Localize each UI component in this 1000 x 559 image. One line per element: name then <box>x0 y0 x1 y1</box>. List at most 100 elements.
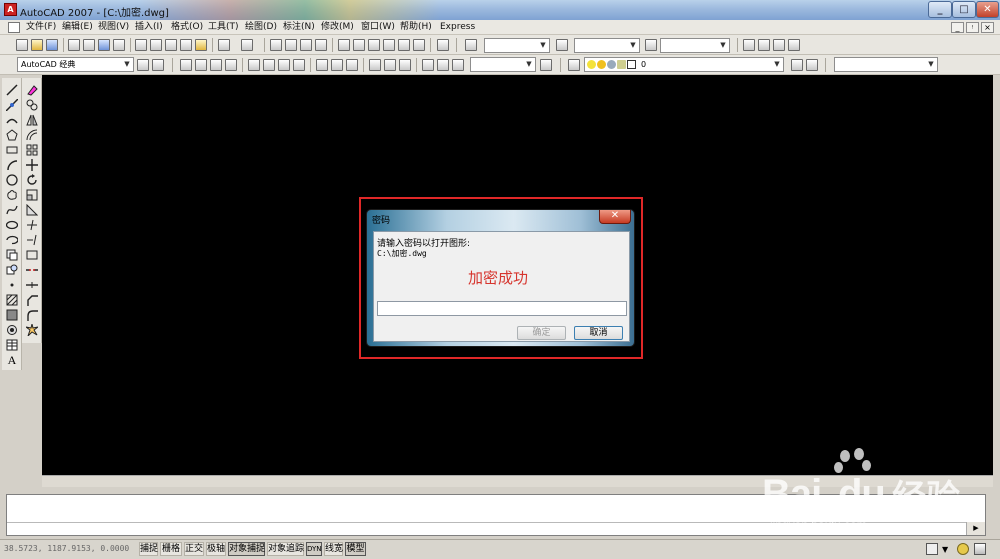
osnap-toggle[interactable]: 对象捕捉 <box>228 542 265 556</box>
dim-style-select[interactable]: ▼ <box>574 38 640 53</box>
chevron-down-icon[interactable]: ▼ <box>942 545 948 554</box>
draworder-back-icon[interactable] <box>758 39 770 51</box>
insert-block-icon[interactable] <box>6 249 18 261</box>
menu-edit[interactable]: 编辑(E) <box>62 21 93 34</box>
break-icon[interactable] <box>26 264 38 276</box>
autocad-app-icon[interactable]: A <box>4 3 17 16</box>
workspace-settings-icon[interactable] <box>137 59 149 71</box>
zoom-realtime-icon[interactable] <box>285 39 297 51</box>
make-current-layer-icon[interactable] <box>791 59 803 71</box>
center-mark-icon[interactable] <box>399 59 411 71</box>
save-icon[interactable] <box>46 39 58 51</box>
ok-button[interactable]: 确定 <box>517 326 566 340</box>
layer-previous-icon[interactable] <box>806 59 818 71</box>
cut-icon[interactable] <box>135 39 147 51</box>
table-style-icon[interactable] <box>645 39 657 51</box>
dim-edit-icon[interactable] <box>422 59 434 71</box>
move-icon[interactable] <box>26 159 38 171</box>
polygon-icon[interactable] <box>6 129 18 141</box>
menu-view[interactable]: 视图(V) <box>98 21 129 34</box>
document-icon[interactable] <box>8 22 20 33</box>
circle-icon[interactable] <box>6 174 18 186</box>
lineweight-toggle[interactable]: 线宽 <box>324 542 343 556</box>
revision-cloud-icon[interactable] <box>6 189 18 201</box>
tool-palettes-icon[interactable] <box>368 39 380 51</box>
menu-window[interactable]: 窗口(W) <box>361 21 395 34</box>
trim-icon[interactable] <box>26 219 38 231</box>
match-properties-icon[interactable] <box>180 39 192 51</box>
dim-style-icon[interactable] <box>556 39 568 51</box>
point-icon[interactable] <box>6 279 18 291</box>
text-style-icon[interactable] <box>465 39 477 51</box>
draworder-front-icon[interactable] <box>743 39 755 51</box>
diameter-icon[interactable] <box>278 59 290 71</box>
print-preview-icon[interactable] <box>83 39 95 51</box>
menu-express[interactable]: Express <box>440 21 475 34</box>
menu-modify[interactable]: 修改(M) <box>321 21 354 34</box>
polyline-icon[interactable] <box>6 114 18 126</box>
mirror-icon[interactable] <box>26 114 38 126</box>
baseline-icon[interactable] <box>331 59 343 71</box>
clean-screen-icon[interactable] <box>974 543 986 555</box>
construction-line-icon[interactable] <box>6 99 18 111</box>
linear-dimension-icon[interactable] <box>180 59 192 71</box>
continue-icon[interactable] <box>346 59 358 71</box>
copy-object-icon[interactable] <box>26 99 38 111</box>
ellipse-icon[interactable] <box>6 219 18 231</box>
layer-select[interactable]: 0 ▼ <box>584 57 784 72</box>
color-select[interactable]: ▼ <box>834 57 938 72</box>
dim-update-icon[interactable] <box>452 59 464 71</box>
copy-icon[interactable] <box>150 39 162 51</box>
workspace-save-icon[interactable] <box>152 59 164 71</box>
maximize-button[interactable]: □ <box>952 1 976 18</box>
chamfer-icon[interactable] <box>26 294 38 306</box>
rotate-icon[interactable] <box>26 174 38 186</box>
grid-toggle[interactable]: 栅格 <box>160 542 182 556</box>
markup-icon[interactable] <box>398 39 410 51</box>
table-icon[interactable] <box>6 339 18 351</box>
ortho-toggle[interactable]: 正交 <box>184 542 204 556</box>
arc-icon[interactable] <box>6 159 18 171</box>
block-editor-icon[interactable] <box>195 39 207 51</box>
multiline-text-icon[interactable]: A <box>6 354 18 366</box>
paste-icon[interactable] <box>165 39 177 51</box>
aligned-dimension-icon[interactable] <box>195 59 207 71</box>
dim-text-edit-icon[interactable] <box>437 59 449 71</box>
offset-icon[interactable] <box>26 129 38 141</box>
jogged-icon[interactable] <box>263 59 275 71</box>
dialog-close-button[interactable]: ✕ <box>599 210 631 224</box>
break-at-point-icon[interactable] <box>26 249 38 261</box>
spline-icon[interactable] <box>6 204 18 216</box>
draworder-under-icon[interactable] <box>788 39 800 51</box>
otrack-toggle[interactable]: 对象追踪 <box>267 542 304 556</box>
extend-icon[interactable] <box>26 234 38 246</box>
ordinate-icon[interactable] <box>225 59 237 71</box>
fillet-icon[interactable] <box>26 309 38 321</box>
design-center-icon[interactable] <box>353 39 365 51</box>
zoom-window-icon[interactable] <box>300 39 312 51</box>
arc-length-icon[interactable] <box>210 59 222 71</box>
dimension-style-select[interactable]: ▼ <box>470 57 536 72</box>
array-icon[interactable] <box>26 144 38 156</box>
make-block-icon[interactable] <box>6 264 18 276</box>
tolerance-icon[interactable] <box>384 59 396 71</box>
join-icon[interactable] <box>26 279 38 291</box>
comm-center-icon[interactable] <box>957 543 969 555</box>
password-input[interactable] <box>377 301 627 316</box>
properties-icon[interactable] <box>338 39 350 51</box>
doc-close-button[interactable]: × <box>981 22 994 33</box>
text-style-select[interactable]: ▼ <box>484 38 550 53</box>
open-icon[interactable] <box>31 39 43 51</box>
new-icon[interactable] <box>16 39 28 51</box>
explode-icon[interactable] <box>26 324 38 336</box>
menu-dimension[interactable]: 标注(N) <box>283 21 315 34</box>
doc-restore-button[interactable]: ᵎ <box>966 22 979 33</box>
calculator-icon[interactable] <box>413 39 425 51</box>
radius-icon[interactable] <box>248 59 260 71</box>
draworder-above-icon[interactable] <box>773 39 785 51</box>
ellipse-arc-icon[interactable] <box>6 234 18 246</box>
cancel-button[interactable]: 取消 <box>574 326 623 340</box>
dim-style-manager-icon[interactable] <box>540 59 552 71</box>
doc-minimize-button[interactable]: _ <box>951 22 964 33</box>
snap-toggle[interactable]: 捕捉 <box>139 542 158 556</box>
